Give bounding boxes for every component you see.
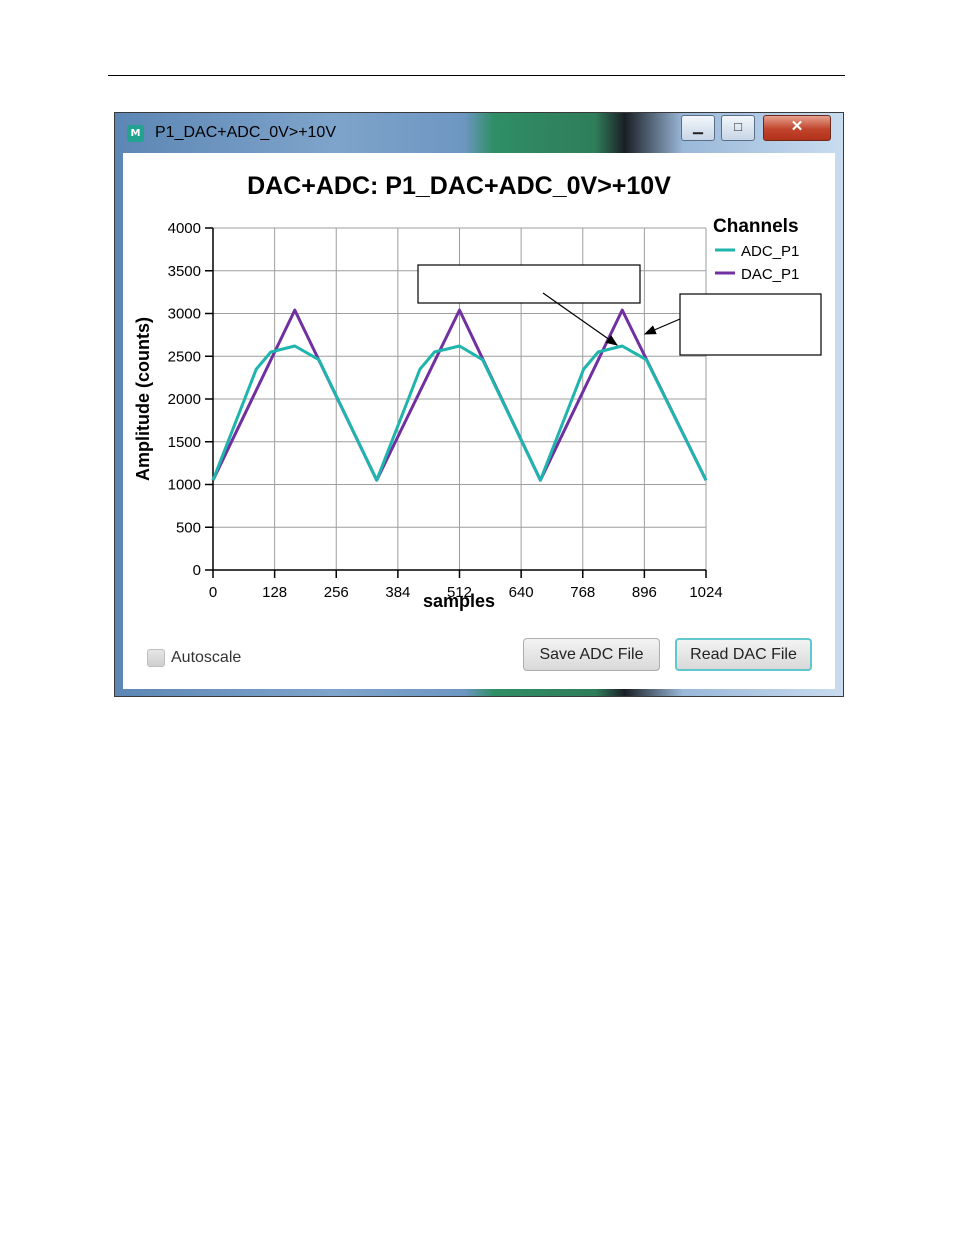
legend-entry-dac: DAC_P1 [741, 266, 799, 283]
maximize-button[interactable]: □ [721, 115, 755, 141]
x-tick-label: 0 [209, 584, 217, 601]
legend-title: Channels [713, 216, 799, 237]
annotation-arrow-dac [643, 318, 681, 335]
app-logo-icon: M [127, 125, 144, 142]
x-axis-label: samples [423, 591, 495, 611]
x-tick-label: 768 [570, 584, 595, 601]
close-button[interactable]: ✕ [763, 115, 831, 141]
window-client-area: DAC+ADC: P1_DAC+ADC_0V>+10V 0 128 256 384 51… [123, 153, 835, 689]
y-tick-label: 1000 [168, 477, 201, 494]
x-tick-label: 640 [509, 584, 534, 601]
save-adc-file-button[interactable]: Save ADC File [523, 638, 660, 671]
y-tick-label: 4000 [168, 220, 201, 237]
y-tick-label: 500 [176, 519, 201, 536]
autoscale-checkbox[interactable]: Autoscale [147, 649, 241, 667]
autoscale-label: Autoscale [171, 649, 242, 666]
y-tick-label: 2500 [168, 348, 201, 365]
y-tick-label: 2000 [168, 391, 201, 408]
x-tick-label: 256 [324, 584, 349, 601]
x-tick-label: 384 [385, 584, 410, 601]
chart-title: DAC+ADC: P1_DAC+ADC_0V>+10V [247, 172, 671, 200]
minimize-button[interactable]: ▁ [681, 115, 715, 141]
app-window: M P1_DAC+ADC_0V>+10V ▁ □ ✕ DAC+ADC: P1_D… [114, 112, 844, 697]
y-tick-label: 3500 [168, 263, 201, 280]
legend-entry-adc: ADC_P1 [741, 243, 799, 260]
annotation-box-dac [679, 293, 822, 356]
page-top-rule [108, 75, 845, 76]
annotation-box-adc [417, 264, 641, 304]
checkbox-box[interactable] [147, 649, 165, 667]
window-title: P1_DAC+ADC_0V>+10V [155, 124, 336, 141]
chart: DAC+ADC: P1_DAC+ADC_0V>+10V 0 128 256 384 51… [133, 172, 822, 611]
y-tick-label: 3000 [168, 306, 201, 323]
y-axis-label: Amplitude (counts) [133, 317, 153, 481]
legend: Channels ADC_P1 DAC_P1 [713, 216, 799, 283]
x-tick-label: 128 [262, 584, 287, 601]
title-bar[interactable]: M P1_DAC+ADC_0V>+10V ▁ □ ✕ [115, 113, 843, 153]
x-tick-label: 1024 [689, 584, 722, 601]
y-tick-label: 1500 [168, 434, 201, 451]
x-tick-label: 896 [632, 584, 657, 601]
read-dac-file-button[interactable]: Read DAC File [675, 638, 812, 671]
y-tick-label: 0 [193, 562, 201, 579]
